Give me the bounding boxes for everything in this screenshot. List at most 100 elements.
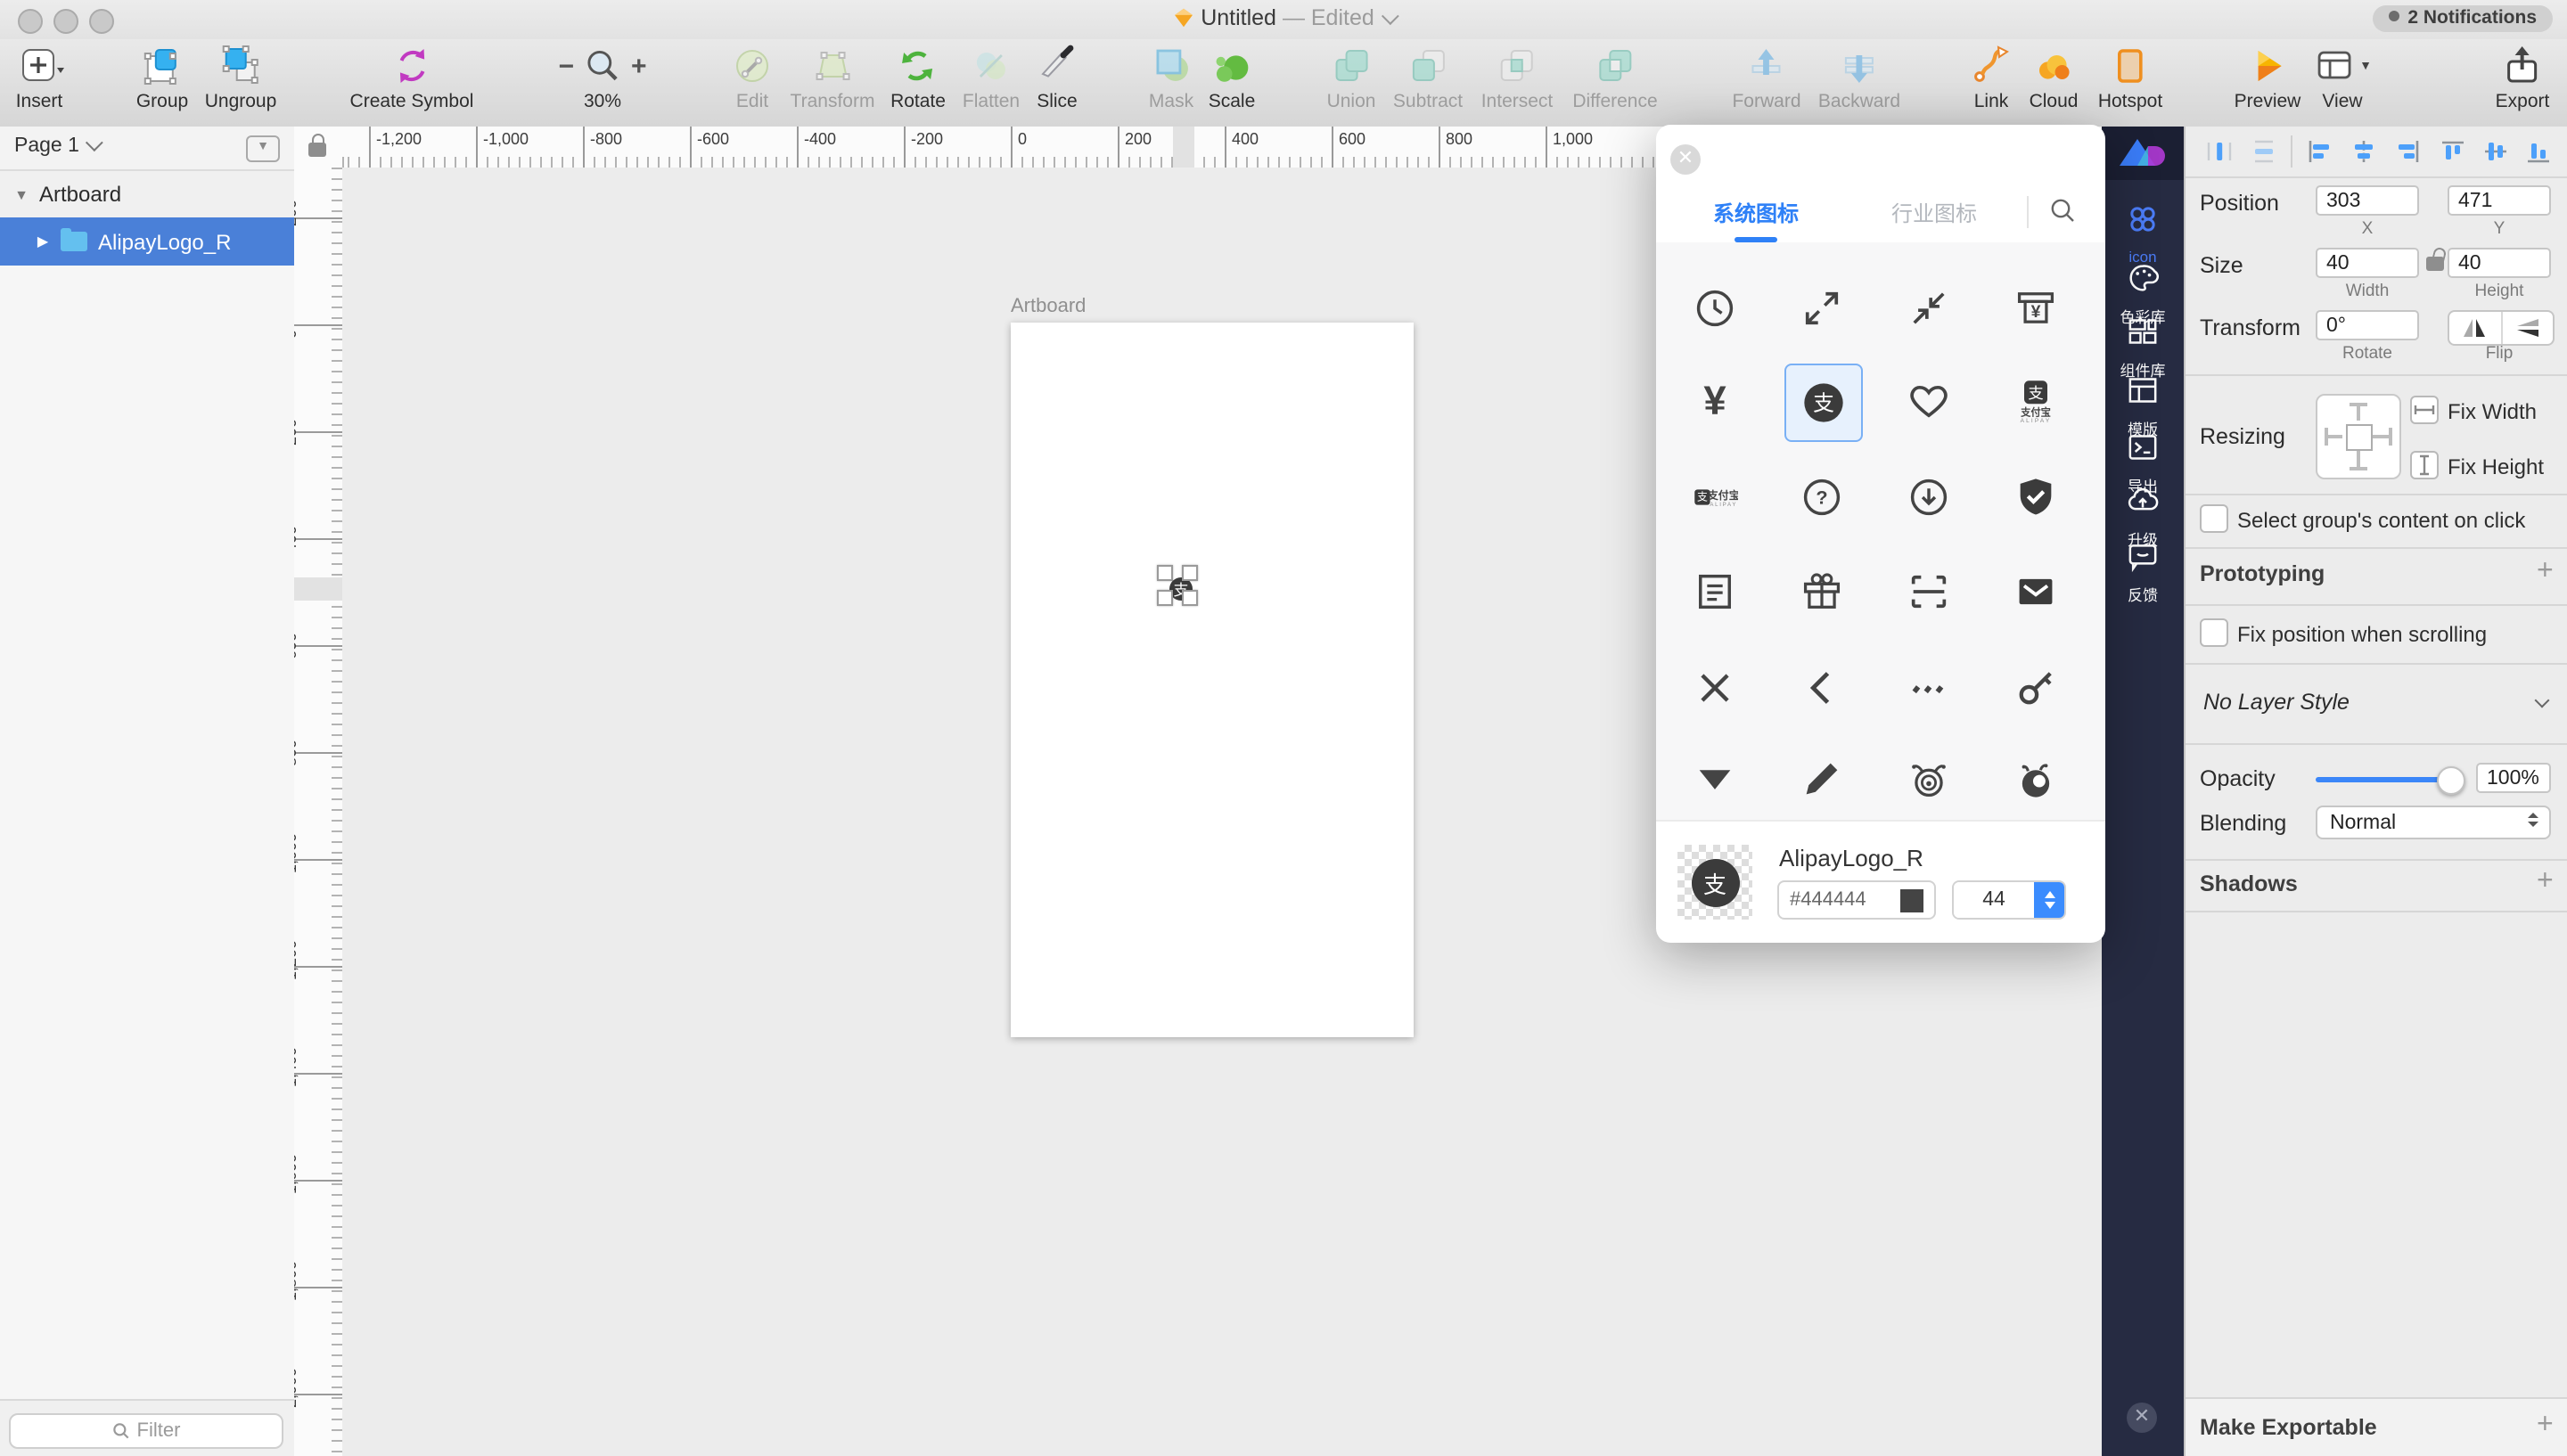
- plugin-dark-sidebar: ✕ icon色彩库组件库模版导出升级反馈: [2102, 127, 2184, 1456]
- alipay-design-logo[interactable]: [2102, 127, 2184, 180]
- grid-icon-alipay-app[interactable]: 支支付宝ALIPAY: [1998, 364, 2073, 438]
- add-shadow-button[interactable]: +: [2537, 866, 2554, 898]
- grid-icon-key[interactable]: [1998, 650, 2073, 725]
- grid-icon-chevron-left[interactable]: [1784, 650, 1859, 725]
- position-y-field[interactable]: 471: [2448, 185, 2551, 216]
- grid-icon-help-circle[interactable]: ?: [1784, 460, 1859, 535]
- layer-row-artboard[interactable]: ▼ Artboard: [0, 171, 294, 217]
- toolbar-item-cloud[interactable]: Cloud: [2030, 43, 2079, 112]
- align-bottom-button[interactable]: [2524, 139, 2553, 169]
- toolbar-item-insert[interactable]: Insert: [14, 43, 64, 112]
- flip-control[interactable]: [2448, 310, 2555, 346]
- fix-width-checkbox[interactable]: [2410, 396, 2439, 424]
- add-prototyping-button[interactable]: +: [2537, 556, 2554, 588]
- filter-input[interactable]: Filter: [9, 1413, 283, 1449]
- blending-select[interactable]: Normal: [2316, 806, 2551, 839]
- ruler-corner[interactable]: [294, 127, 344, 169]
- toolbar-item-forward: Forward: [1732, 43, 1800, 112]
- grid-icon-heart[interactable]: [1891, 364, 1966, 438]
- align-center-horizontally-button[interactable]: [2350, 139, 2378, 169]
- fix-height-checkbox[interactable]: [2410, 451, 2439, 479]
- size-stepper[interactable]: 44: [1952, 880, 2066, 920]
- size-lock-icon[interactable]: [2426, 257, 2444, 271]
- selection-handle[interactable]: [1182, 590, 1198, 606]
- toolbar-item-export[interactable]: Export: [2496, 43, 2550, 112]
- chevron-down-icon[interactable]: [2535, 693, 2550, 708]
- grid-icon-pencil[interactable]: [1784, 741, 1859, 816]
- toolbar-item-create-symbol[interactable]: Create Symbol: [350, 43, 474, 112]
- grid-icon-scan-frame[interactable]: [1891, 554, 1966, 629]
- tab-industry-icons[interactable]: 行业图标: [1891, 198, 1977, 228]
- grid-icon-ellipsis[interactable]: [1891, 650, 1966, 725]
- toolbar-item-ungroup[interactable]: Ungroup: [205, 43, 277, 112]
- align-right-button[interactable]: [2392, 139, 2421, 169]
- grid-icon-expand-arrows[interactable]: [1784, 271, 1859, 346]
- toolbar-item-slice[interactable]: Slice: [1036, 43, 1078, 112]
- color-swatch[interactable]: [1900, 888, 1923, 912]
- selection-handle[interactable]: [1157, 590, 1173, 606]
- selection-handle[interactable]: [1157, 565, 1173, 581]
- notifications-badge[interactable]: 2 Notifications: [2372, 5, 2553, 32]
- grid-icon-atm-machine[interactable]: ¥: [1998, 271, 2073, 346]
- align-left-button[interactable]: [2307, 139, 2335, 169]
- grid-icon-ant-mascot[interactable]: [1891, 741, 1966, 816]
- align-top-button[interactable]: [2439, 139, 2467, 169]
- width-field[interactable]: 40: [2316, 248, 2419, 278]
- position-x-field[interactable]: 303: [2316, 185, 2419, 216]
- opacity-value-field[interactable]: 100%: [2476, 763, 2551, 793]
- grid-icon-clock[interactable]: [1677, 271, 1752, 346]
- grid-icon-yuan-symbol[interactable]: ¥: [1677, 364, 1752, 438]
- toolbar-item-group[interactable]: Group: [136, 43, 188, 112]
- stepper-buttons[interactable]: [2034, 882, 2064, 918]
- flip-horizontal-button[interactable]: [2449, 312, 2500, 344]
- selection-handle[interactable]: [1182, 565, 1198, 581]
- toolbar-item-scale[interactable]: Scale: [1209, 43, 1256, 112]
- toolbar-item-zoom[interactable]: −+30%: [549, 43, 655, 112]
- grid-icon-alipay-logo[interactable]: 支: [1784, 364, 1863, 442]
- grid-icon-alipay-horizontal[interactable]: 支支付宝ALIPAY: [1677, 460, 1752, 535]
- artboard-label[interactable]: Artboard: [1011, 296, 1086, 317]
- toolbar-item-preview[interactable]: Preview: [2235, 43, 2301, 112]
- resizing-pin-control[interactable]: [2316, 394, 2401, 479]
- grid-icon-collapse-arrows[interactable]: [1891, 271, 1966, 346]
- page-list-toggle-button[interactable]: ▼: [246, 135, 280, 162]
- grid-icon-envelope[interactable]: [1998, 554, 2073, 629]
- grid-icon-ant-head[interactable]: [1998, 741, 2073, 816]
- grid-icon-caret-down[interactable]: [1677, 741, 1752, 816]
- layer-style-select[interactable]: No Layer Style: [2203, 690, 2350, 715]
- search-icon[interactable]: [2048, 196, 2077, 225]
- layer-row-alipaylogo[interactable]: ▶ AlipayLogo_R: [0, 217, 294, 266]
- artboard[interactable]: [1011, 323, 1414, 1037]
- color-input[interactable]: #444444: [1777, 880, 1936, 920]
- tab-system-icons[interactable]: 系统图标: [1713, 198, 1799, 228]
- grid-icon-shield-check[interactable]: [1998, 460, 2073, 535]
- toolbar-item-link[interactable]: Link: [1970, 43, 2013, 112]
- distribute-vertically-button[interactable]: [2250, 139, 2278, 169]
- grid-icon-close[interactable]: [1677, 650, 1752, 725]
- page-list-header[interactable]: Page 1 ▼: [0, 127, 294, 171]
- disclosure-triangle-icon[interactable]: ▼: [11, 186, 32, 202]
- align-middle-vertically-button[interactable]: [2481, 139, 2510, 169]
- opacity-slider-knob[interactable]: [2437, 766, 2465, 795]
- fix-position-checkbox[interactable]: [2200, 618, 2228, 647]
- grid-icon-download-circle[interactable]: [1891, 460, 1966, 535]
- disclosure-triangle-icon[interactable]: ▶: [32, 233, 53, 249]
- grid-icon-gift[interactable]: [1784, 554, 1859, 629]
- height-field[interactable]: 40: [2448, 248, 2551, 278]
- toolbar-item-view[interactable]: ▼View: [2313, 43, 2372, 112]
- distribute-horizontally-button[interactable]: [2205, 139, 2234, 169]
- plugin-sidebar-item-feedback[interactable]: 反馈: [2102, 538, 2184, 606]
- make-exportable-button[interactable]: +: [2537, 1410, 2554, 1442]
- flip-vertical-button[interactable]: [2502, 312, 2553, 344]
- panel-close-icon[interactable]: ✕: [1670, 144, 1701, 175]
- vertical-ruler[interactable]: -20002004006008001,0001,2001,4001,6001,8…: [294, 168, 344, 1456]
- close-plugin-icon[interactable]: ✕: [2127, 1403, 2157, 1433]
- select-group-content-checkbox[interactable]: [2200, 504, 2228, 533]
- toolbar-item-hotspot[interactable]: Hotspot: [2098, 43, 2162, 112]
- grid-icon-bill-list[interactable]: [1677, 554, 1752, 629]
- toolbar-item-rotate[interactable]: Rotate: [890, 43, 946, 112]
- plugin-sidebar-item-clover[interactable]: icon: [2102, 201, 2184, 266]
- plugin-sidebar-item-components[interactable]: 组件库: [2102, 314, 2184, 381]
- page-name[interactable]: Page 1: [14, 135, 99, 157]
- rotate-field[interactable]: 0°: [2316, 310, 2419, 340]
